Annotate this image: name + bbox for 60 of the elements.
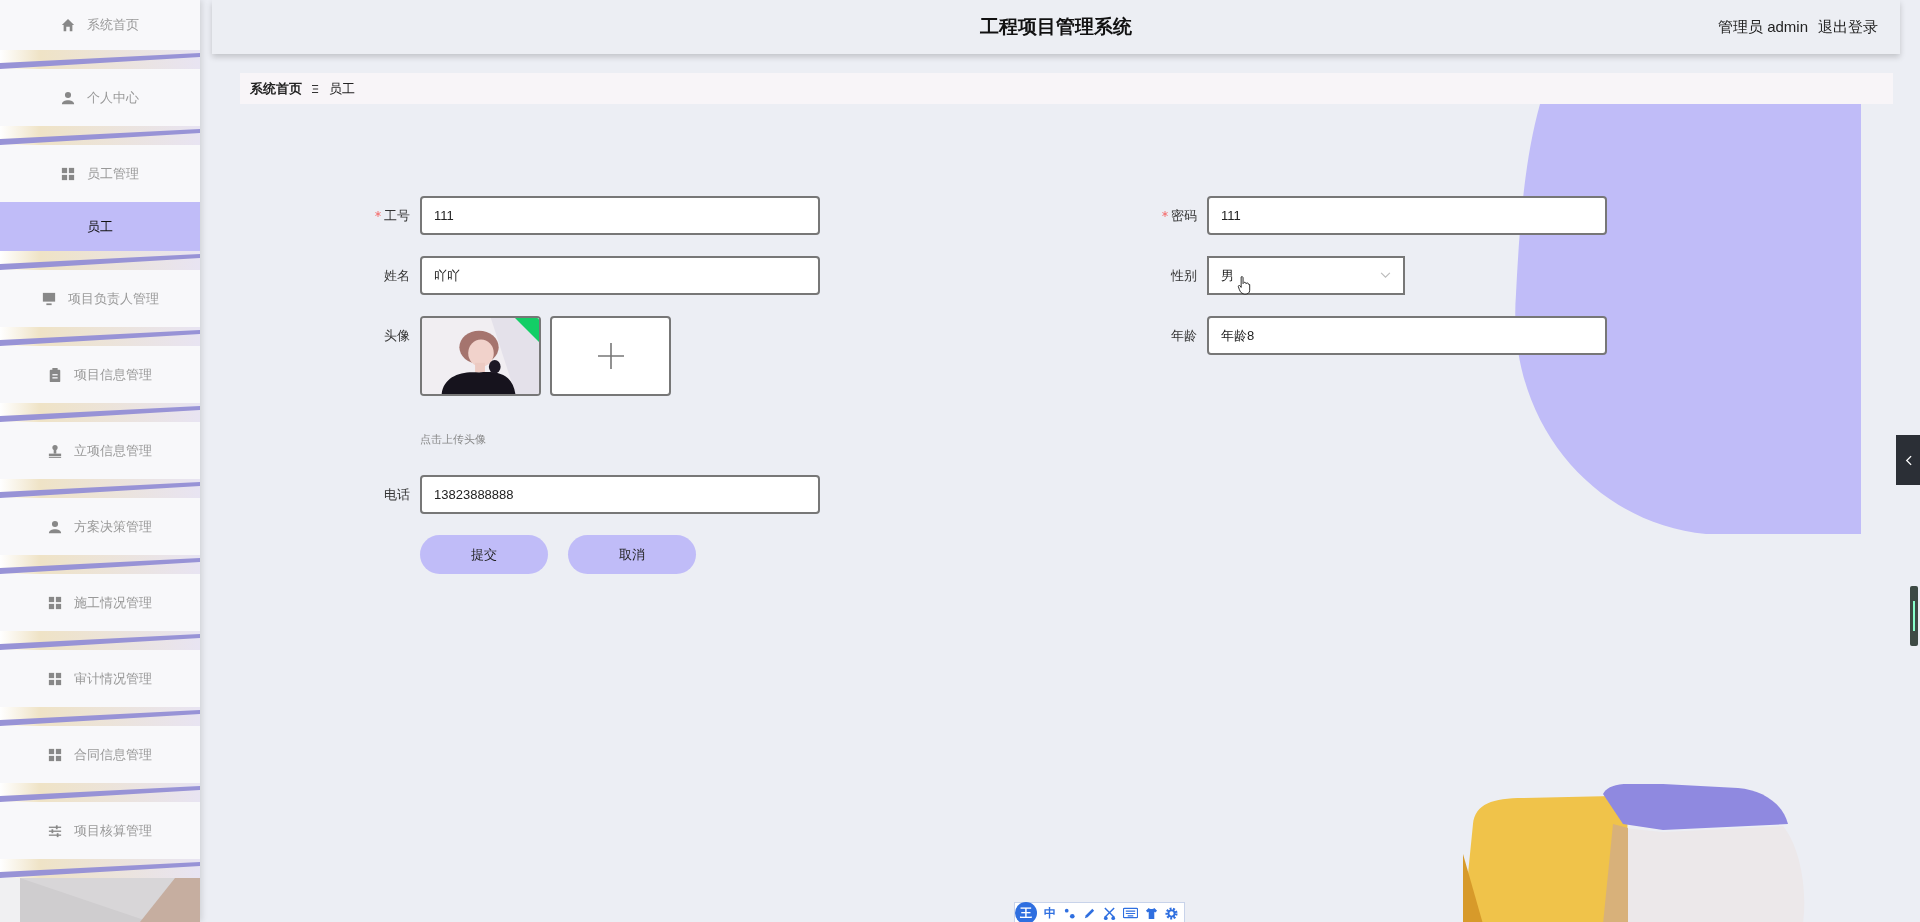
sidebar-item[interactable]: 项目核算管理 — [0, 802, 200, 859]
scissors-icon[interactable] — [1103, 906, 1116, 920]
grid-icon — [48, 747, 62, 762]
text-field[interactable]: 13823888888 — [420, 475, 820, 514]
sidebar-subitem[interactable]: 员工 — [0, 202, 200, 251]
chevron-left-icon — [1904, 454, 1912, 466]
breadcrumb-link[interactable]: 员工 — [329, 79, 355, 98]
separator-icon — [312, 83, 319, 94]
punctuation-icon[interactable] — [1063, 906, 1076, 920]
sidebar-item[interactable]: 立项信息管理 — [0, 422, 200, 479]
home-icon — [61, 18, 75, 32]
user-icon — [48, 519, 62, 534]
sidebar-item[interactable]: 项目信息管理 — [0, 346, 200, 403]
sidebar-item[interactable]: 合同信息管理 — [0, 726, 200, 783]
sidebar-item[interactable]: 个人中心 — [0, 69, 200, 126]
shirt-icon[interactable] — [1145, 906, 1158, 920]
field-label: 性别 — [1171, 266, 1197, 285]
hand-cursor-icon — [1237, 276, 1251, 295]
ime-logo[interactable]: 王 — [1015, 902, 1037, 922]
breadcrumb-link[interactable]: 系统首页 — [250, 79, 302, 98]
chevron-down-icon — [1380, 272, 1391, 279]
scrollbar[interactable] — [1910, 586, 1918, 646]
sidebar-item[interactable]: 施工情况管理 — [0, 574, 200, 631]
field-label: 头像 — [384, 326, 410, 345]
ime-mode-toggle[interactable]: 中 — [1044, 904, 1056, 922]
stamp-icon — [48, 443, 62, 458]
gender-select[interactable]: 男 — [1207, 256, 1405, 295]
monitor-icon — [41, 291, 56, 306]
sidebar-item[interactable]: 员工管理 — [0, 145, 200, 202]
sliders-icon — [48, 823, 62, 838]
text-field[interactable]: 111 — [1207, 196, 1607, 235]
grid-icon — [61, 166, 75, 181]
field-label: 电话 — [384, 485, 410, 504]
user-label: 管理员 admin — [1717, 17, 1808, 37]
pencil-icon[interactable] — [1083, 906, 1096, 920]
logout-link[interactable]: 退出登录 — [1818, 17, 1878, 37]
text-field[interactable]: 111 — [420, 196, 820, 235]
field-label: 密码 — [1171, 206, 1197, 225]
field-label: 年龄 — [1171, 326, 1197, 345]
sidebar-item[interactable]: 系统首页 — [0, 0, 200, 50]
grid-icon — [48, 671, 62, 686]
sidebar-item[interactable]: 方案决策管理 — [0, 498, 200, 555]
plus-icon — [597, 343, 624, 369]
text-field[interactable]: 年龄8 — [1207, 316, 1607, 355]
field-label: 姓名 — [384, 266, 410, 285]
settings-icon[interactable] — [1165, 906, 1178, 920]
form-button[interactable]: 取消 — [568, 535, 696, 574]
success-corner-icon — [515, 318, 539, 342]
user-icon — [61, 90, 75, 105]
clipboard-icon — [48, 367, 62, 382]
upload-hint: 点击上传头像 — [420, 432, 487, 447]
upload-button[interactable] — [550, 316, 671, 396]
field-label: 工号 — [384, 206, 410, 225]
app-title: 工程项目管理系统 — [980, 15, 1132, 39]
sidebar-item[interactable]: 审计情况管理 — [0, 650, 200, 707]
grid-icon — [48, 595, 62, 610]
form-button[interactable]: 提交 — [420, 535, 548, 574]
keyboard-icon[interactable] — [1123, 907, 1138, 919]
text-field[interactable]: 吖吖 — [420, 256, 820, 295]
sidebar-item[interactable]: 项目负责人管理 — [0, 270, 200, 327]
